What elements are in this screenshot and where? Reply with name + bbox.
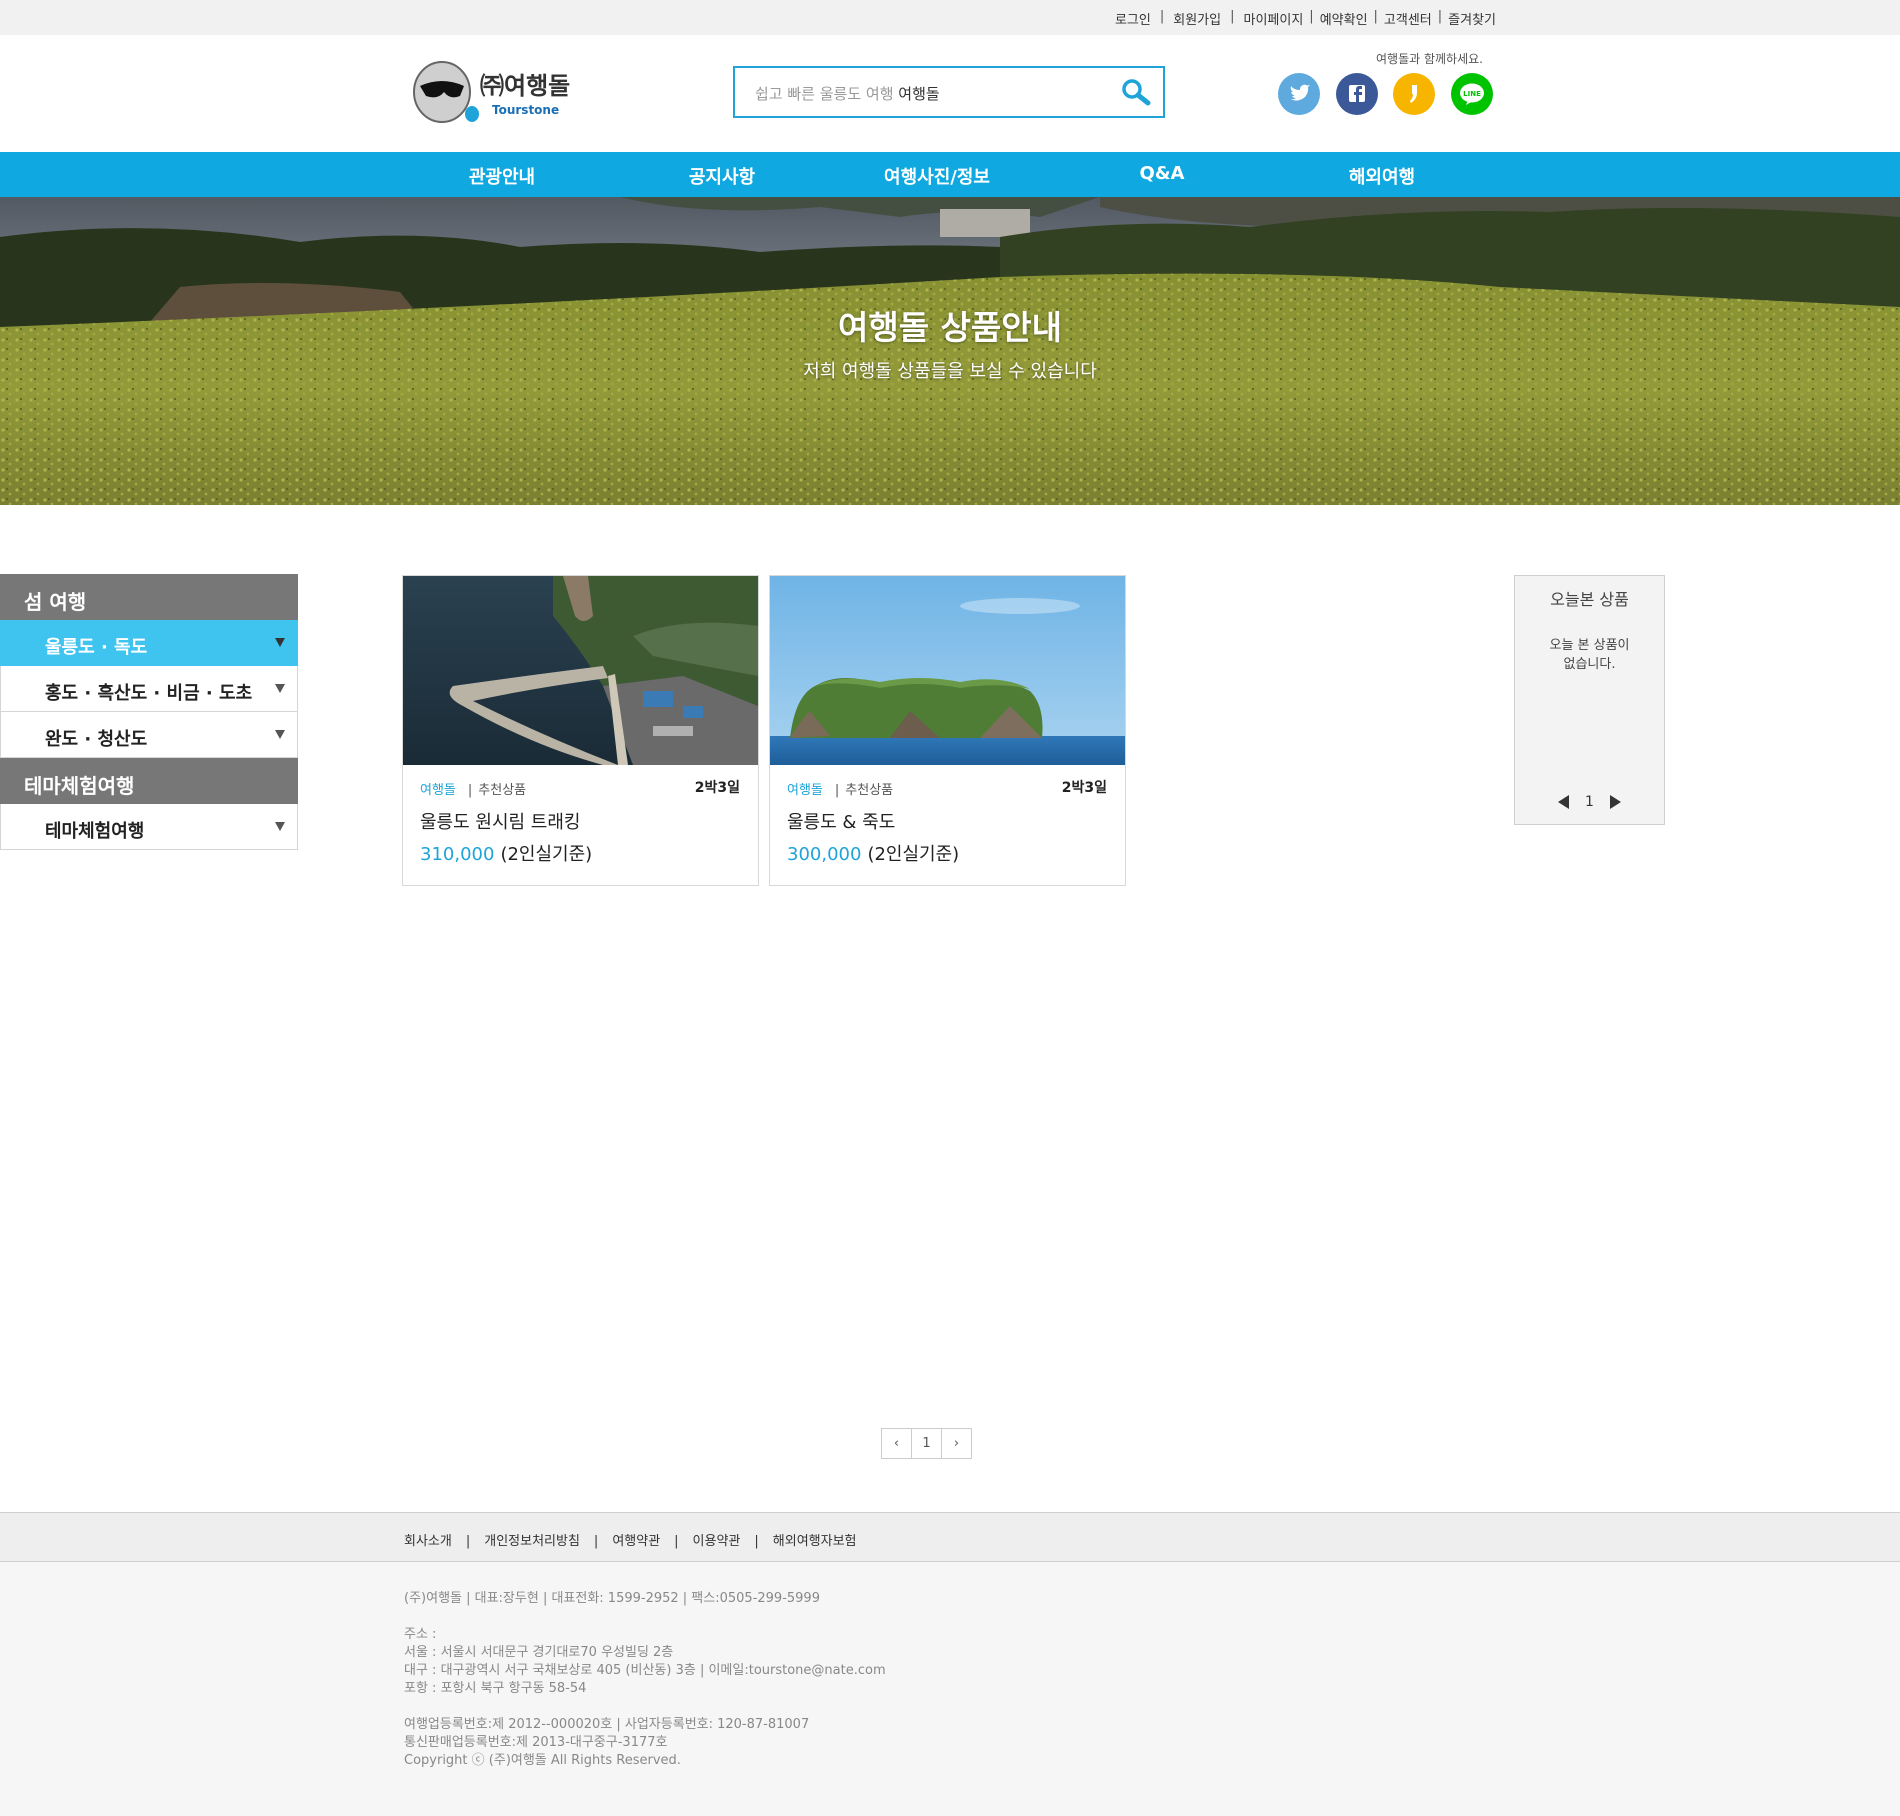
hero-background-image — [0, 197, 1900, 505]
pagination-next[interactable]: › — [941, 1428, 972, 1459]
svg-text:LINE: LINE — [1463, 90, 1481, 98]
search-box[interactable]: 쉽고 빠른 울릉도 여행 여행돌 — [733, 66, 1165, 118]
svg-text:Tourstone: Tourstone — [492, 103, 559, 117]
support-link[interactable]: 고객센터 — [1384, 9, 1432, 28]
recently-viewed-pager: 1 — [1515, 794, 1664, 810]
product-card[interactable]: 여행돌 | 추천상품 2박3일 울릉도 & 죽도 300,000 (2인실기준) — [769, 575, 1126, 886]
facebook-button[interactable] — [1336, 73, 1378, 115]
sidebar-item-wando[interactable]: 완도 · 청산도 — [0, 712, 298, 758]
footer-registration-2: 통신판매업등록번호:제 2013-대구중구-3177호 — [404, 1735, 668, 1750]
product-card[interactable]: 여행돌 | 추천상품 2박3일 울릉도 원시림 트래킹 310,000 (2인실기준) — [402, 575, 759, 886]
product-meta: 여행돌 | 추천상품 — [420, 783, 527, 798]
category-sidebar: 섬 여행 울릉도 · 독도 홍도 · 흑산도 · 비금 · 도초 완도 · 청산… — [0, 574, 298, 850]
product-image — [403, 576, 758, 765]
sidebar-item-label: 완도 · 청산도 — [45, 729, 148, 750]
sidebar-group-island: 섬 여행 — [0, 574, 298, 620]
pagination-page[interactable]: 1 — [911, 1428, 942, 1459]
prev-arrow-icon[interactable] — [1558, 795, 1570, 809]
recently-viewed-title: 오늘본 상품 — [1550, 590, 1629, 609]
sidebar-item-label: 울릉도 · 독도 — [45, 637, 148, 658]
login-link[interactable]: 로그인 — [1115, 9, 1151, 28]
sidebar-item-label: 테마체험여행 — [45, 821, 145, 842]
footer-address-pohang: 포항 : 포항시 북구 항구동 58-54 — [404, 1681, 587, 1696]
logo-mascot-icon: ㈜여행돌 Tourstone — [413, 61, 570, 123]
chevron-down-icon — [275, 684, 285, 693]
product-price: 310,000 (2인실기준) — [420, 844, 593, 865]
utility-links: 로그인 | 회원가입 | 마이페이지 | 예약확인 | 고객센터 | 즐겨찾기 — [1114, 9, 1496, 28]
twitter-button[interactable] — [1278, 73, 1320, 115]
reservation-link[interactable]: 예약확인 — [1320, 9, 1368, 28]
product-duration: 2박3일 — [694, 780, 740, 796]
pagination: ‹ 1 › — [881, 1428, 972, 1459]
facebook-icon — [1336, 73, 1378, 115]
recently-viewed-panel: 오늘본 상품 오늘 본 상품이 없습니다. 1 — [1514, 575, 1665, 825]
footer-link-terms[interactable]: 이용약관 — [693, 1534, 741, 1549]
next-arrow-icon[interactable] — [1609, 795, 1621, 809]
product-duration: 2박3일 — [1061, 780, 1107, 796]
product-meta: 여행돌 | 추천상품 — [787, 783, 894, 798]
search-icon — [1122, 79, 1151, 106]
recently-viewed-empty: 오늘 본 상품이 없습니다. — [1549, 638, 1630, 672]
kakaostory-icon — [1393, 73, 1435, 115]
footer-address-label: 주소 : — [404, 1627, 437, 1642]
kakaostory-button[interactable] — [1393, 73, 1435, 115]
signup-link[interactable]: 회원가입 — [1173, 9, 1221, 28]
search-button[interactable] — [1119, 77, 1151, 109]
nav-travel-photos[interactable]: 여행사진/정보 — [884, 163, 990, 189]
footer-address-seoul: 서울 : 서울시 서대문구 경기대로70 우성빌딩 2층 — [404, 1645, 674, 1660]
top-utility-bar: 로그인 | 회원가입 | 마이페이지 | 예약확인 | 고객센터 | 즐겨찾기 — [0, 0, 1900, 35]
svg-text:㈜여행돌: ㈜여행돌 — [480, 72, 570, 100]
bookmark-link[interactable]: 즐겨찾기 — [1448, 9, 1496, 28]
nav-overseas[interactable]: 해외여행 — [1349, 163, 1415, 189]
main-nav: 관광안내 공지사항 여행사진/정보 Q&A 해외여행 — [0, 152, 1900, 197]
footer-link-travel-terms[interactable]: 여행약관 — [612, 1534, 660, 1549]
nav-qna[interactable]: Q&A — [1140, 163, 1185, 184]
header: ㈜여행돌 Tourstone 쉽고 빠른 울릉도 여행 여행돌 여행돌과 함께하… — [0, 35, 1900, 152]
pagination-prev[interactable]: ‹ — [881, 1428, 912, 1459]
footer-link-insurance[interactable]: 해외여행자보험 — [773, 1534, 857, 1549]
chevron-down-icon — [275, 730, 285, 739]
line-button[interactable]: LINE — [1451, 73, 1493, 115]
footer-registration-1: 여행업등록번호:제 2012--000020호 | 사업자등록번호: 120-8… — [404, 1717, 810, 1732]
footer-link-about[interactable]: 회사소개 — [404, 1534, 452, 1549]
product-price: 300,000 (2인실기준) — [787, 844, 960, 865]
nav-tour-info[interactable]: 관광안내 — [469, 163, 535, 189]
sidebar-group-theme: 테마체험여행 — [0, 758, 298, 804]
footer-address-daegu: 대구 : 대구광역시 서구 국채보상로 405 (비산동) 3층 | 이메일:t… — [404, 1663, 886, 1678]
product-name: 울릉도 원시림 트래킹 — [420, 812, 581, 833]
sidebar-item-hongdo[interactable]: 홍도 · 흑산도 · 비금 · 도초 — [0, 666, 298, 712]
twitter-icon — [1278, 73, 1320, 115]
line-icon: LINE — [1451, 73, 1493, 115]
footer-links: 회사소개 | 개인정보처리방침 | 여행약관 | 이용약관 | 해외여행자보험 — [404, 1534, 857, 1549]
nav-notice[interactable]: 공지사항 — [689, 163, 755, 189]
product-image — [770, 576, 1125, 765]
footer-company-line: (주)여행돌 | 대표:장두현 | 대표전화: 1599-2952 | 팩스:0… — [404, 1591, 820, 1606]
recently-viewed-page: 1 — [1585, 794, 1594, 810]
footer: (주)여행돌 | 대표:장두현 | 대표전화: 1599-2952 | 팩스:0… — [0, 1562, 1900, 1816]
chevron-down-icon — [275, 638, 285, 647]
product-name: 울릉도 & 죽도 — [787, 812, 896, 833]
hero-title: 여행돌 상품안내 — [837, 308, 1062, 347]
site-logo[interactable]: ㈜여행돌 Tourstone — [410, 56, 590, 126]
sidebar-item-ulleungdo[interactable]: 울릉도 · 독도 — [0, 620, 298, 666]
footer-links-bar: 회사소개 | 개인정보처리방침 | 여행약관 | 이용약관 | 해외여행자보험 — [0, 1512, 1900, 1562]
footer-copyright: Copyright ⓒ (주)여행돌 All Rights Reserved. — [404, 1753, 681, 1768]
search-input[interactable]: 쉽고 빠른 울릉도 여행 여행돌 — [755, 83, 940, 104]
footer-company-info: (주)여행돌 | 대표:장두현 | 대표전화: 1599-2952 | 팩스:0… — [404, 1590, 886, 1770]
tagline: 여행돌과 함께하세요. — [1376, 52, 1483, 66]
chevron-down-icon — [275, 822, 285, 831]
hero-subtitle: 저희 여행돌 상품들을 보실 수 있습니다 — [803, 361, 1097, 382]
footer-link-privacy[interactable]: 개인정보처리방침 — [484, 1534, 580, 1549]
sidebar-item-label: 홍도 · 흑산도 · 비금 · 도초 — [45, 683, 253, 704]
hero-banner: 여행돌 상품안내 저희 여행돌 상품들을 보실 수 있습니다 — [0, 197, 1900, 505]
mypage-link[interactable]: 마이페이지 — [1243, 9, 1303, 28]
sidebar-item-theme[interactable]: 테마체험여행 — [0, 804, 298, 850]
